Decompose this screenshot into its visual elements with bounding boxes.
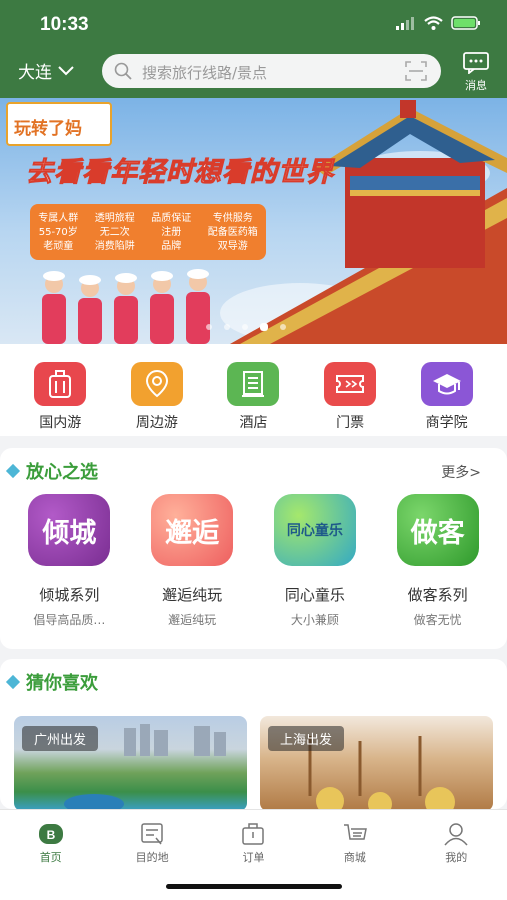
message-label: 消息: [465, 79, 487, 92]
banner-slogan: 去看看年轻时想看的世界: [26, 157, 334, 189]
brand-logo: 同心童乐: [273, 494, 356, 566]
status-bar: 10:33: [0, 0, 507, 46]
brand-subtitle: 大小兼顾: [290, 613, 339, 627]
brand-name: 倾城系列: [39, 586, 100, 604]
category-nearby[interactable]: 周边游: [117, 344, 197, 436]
tab-label: 商城: [343, 851, 366, 864]
mall-icon: [343, 824, 367, 840]
carousel-dots[interactable]: [206, 323, 286, 331]
section-title-text: 放心之选: [26, 462, 98, 483]
tab-profile[interactable]: 我的: [416, 810, 496, 900]
city-label: 大连: [18, 63, 52, 83]
recommend-card[interactable]: 上海出发: [260, 716, 493, 809]
message-icon: [463, 52, 489, 75]
category-domestic[interactable]: 国内游: [20, 344, 100, 436]
search-bar[interactable]: 搜索旅行线路/景点: [102, 54, 441, 88]
tab-label: 首页: [39, 851, 62, 864]
profile-icon: [444, 823, 468, 846]
brand-subtitle: 邂逅纯玩: [168, 613, 217, 627]
departure-label: 上海出发: [268, 726, 345, 751]
category-label: 酒店: [239, 415, 268, 431]
scan-icon[interactable]: [405, 61, 427, 81]
brand-logo: 倾城: [28, 494, 111, 566]
brand-list: 倾城 倾城系列 倡导高品质… 邂逅 邂逅纯玩 邂逅纯玩 同心童乐 同心童乐 大小…: [0, 494, 507, 628]
brand-name: 做客系列: [407, 586, 468, 604]
city-selector[interactable]: 大连: [18, 58, 74, 83]
battery-icon: [451, 16, 480, 30]
section-title-text: 猜你喜欢: [26, 673, 98, 694]
search-icon: [114, 62, 132, 80]
promo-banner[interactable]: 玩转了妈 去看看年轻时想看的世界 专属人群 55-70岁 老顽童 透明旅程 无二次 消费…: [0, 98, 507, 344]
home-icon: B: [38, 824, 63, 844]
diamond-icon: [5, 674, 21, 690]
carousel-dot[interactable]: [242, 324, 248, 330]
chevron-down-icon: [58, 65, 74, 75]
carousel-dot[interactable]: [224, 324, 230, 330]
brand-card[interactable]: 倾城 倾城系列 倡导高品质…: [10, 494, 128, 628]
brand-tag: 玩转了妈: [6, 102, 112, 146]
hotel-icon: [227, 362, 280, 406]
luggage-icon: [34, 362, 87, 406]
trusted-section: 放心之选 更多> 倾城 倾城系列 倡导高品质… 邂逅 邂逅纯玩 邂逅纯玩 同心童…: [0, 448, 507, 649]
brand-name: 同心童乐: [284, 586, 345, 604]
category-hotel[interactable]: 酒店: [213, 344, 293, 436]
brand-logo: 做客: [396, 494, 479, 566]
brand-card[interactable]: 邂逅 邂逅纯玩 邂逅纯玩: [133, 494, 251, 628]
order-icon: [242, 823, 265, 845]
status-time: 10:33: [40, 14, 89, 35]
wifi-icon: [424, 16, 443, 30]
carousel-dot[interactable]: [206, 324, 212, 330]
category-label: 国内游: [39, 415, 82, 431]
category-tickets[interactable]: 门票: [310, 344, 390, 436]
home-indicator[interactable]: [166, 884, 342, 889]
carousel-dot-active[interactable]: [260, 323, 268, 331]
departure-label: 广州出发: [22, 726, 99, 751]
tab-label: 我的: [445, 851, 468, 864]
brand-subtitle: 倡导高品质…: [33, 613, 106, 627]
category-label: 门票: [336, 415, 365, 431]
section-title: 猜你喜欢: [5, 669, 98, 695]
guess-section: 猜你喜欢 广州出发 上海出发: [0, 659, 507, 809]
tab-home[interactable]: B 首页: [11, 810, 91, 900]
brand-card[interactable]: 同心童乐 同心童乐 大小兼顾: [256, 494, 374, 628]
more-link[interactable]: 更多>: [441, 462, 481, 482]
feature-item: 透明旅程 无二次 消费陷阱: [94, 213, 135, 252]
tab-label: 订单: [242, 851, 265, 864]
category-label: 商学院: [425, 415, 468, 431]
category-academy[interactable]: 商学院: [407, 344, 487, 436]
brand-subtitle: 做客无忧: [413, 613, 462, 627]
diamond-icon: [5, 463, 21, 479]
svg-text:B: B: [46, 828, 55, 842]
signal-icon: [396, 16, 414, 30]
section-title: 放心之选: [5, 458, 98, 484]
category-label: 周边游: [135, 415, 178, 431]
graduation-cap-icon: [420, 362, 473, 406]
recommend-card[interactable]: 广州出发: [14, 716, 247, 809]
ticket-icon: [324, 362, 377, 406]
brand-logo: 邂逅: [151, 494, 234, 566]
feature-box: 专属人群 55-70岁 老顽童 透明旅程 无二次 消费陷阱 品质保证 注册 品牌 专供服务配…: [30, 204, 266, 260]
brand-name: 邂逅纯玩: [162, 586, 223, 604]
tab-label: 目的地: [135, 851, 169, 864]
feature-item: 专属人群 55-70岁 老顽童: [38, 213, 79, 252]
brand-card[interactable]: 做客 做客系列 做客无忧: [379, 494, 497, 628]
search-placeholder: 搜索旅行线路/景点: [142, 64, 268, 82]
feature-item: 专供服务 配备医药箱 双导游: [207, 213, 258, 252]
message-button[interactable]: 消息: [463, 52, 489, 93]
carousel-dot[interactable]: [280, 324, 286, 330]
status-icons: [396, 16, 481, 30]
top-header: 大连 搜索旅行线路/景点 消息: [0, 46, 507, 98]
category-grid: 国内游 周边游 酒店 门票 商学院: [0, 344, 507, 436]
map-pin-icon: [130, 362, 183, 406]
travelers-illustration: [42, 269, 210, 344]
feature-item: 品质保证 注册 品牌: [151, 213, 192, 252]
destination-icon: [141, 823, 163, 845]
